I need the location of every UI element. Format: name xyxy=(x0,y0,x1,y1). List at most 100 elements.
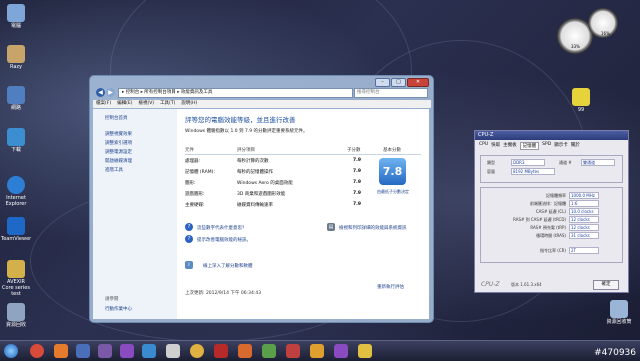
download-icon xyxy=(7,128,25,146)
taskbar-app-icon[interactable] xyxy=(334,344,348,358)
taskbar-app-icon[interactable] xyxy=(190,344,204,358)
tab-cpu[interactable]: CPU xyxy=(479,142,488,150)
teamviewer-icon xyxy=(7,217,25,235)
info-icon: i xyxy=(185,261,193,269)
taskbar-app-icon[interactable] xyxy=(142,344,156,358)
menu-help[interactable]: 說明(H) xyxy=(181,100,197,108)
taskbar-app-icon[interactable] xyxy=(262,344,276,358)
what-mean-link[interactable]: 這些數字代表什麼意思？ xyxy=(197,225,247,231)
document-icon xyxy=(7,260,25,278)
rerun-link[interactable]: 重新執行評估 xyxy=(377,284,404,290)
sidebar-action-center[interactable]: 行動作業中心 xyxy=(105,306,132,312)
desktop-icon-recycle-left[interactable]: 資源回收 xyxy=(1,303,31,328)
help-icon: ? xyxy=(185,235,193,243)
app-icon xyxy=(572,88,590,106)
cpuz-title: CPU-Z xyxy=(475,131,628,140)
content-area: 控制台首頁 調整視覺效果 調整索引選項 調整電源設定 開啟磁碟清理 進階工具 請… xyxy=(93,109,429,319)
taskbar-app-icon[interactable] xyxy=(358,344,372,358)
sidebar: 控制台首頁 調整視覺效果 調整索引選項 調整電源設定 開啟磁碟清理 進階工具 請… xyxy=(93,109,177,319)
header-base: 基本分數 xyxy=(383,148,401,153)
cpuz-window: CPU-Z CPU 快取 主機板 記憶體 SPD 顯示卡 關於 類型 DDR3 … xyxy=(474,130,629,293)
cpuz-ok-button[interactable]: 確定 xyxy=(593,280,619,290)
sidebar-home-link[interactable]: 控制台首頁 xyxy=(105,115,128,121)
page-description: Windows 體驗指數以 1.0 到 7.9 的分數評定重要系統元件。 xyxy=(185,129,308,134)
sidebar-item-power[interactable]: 調整電源設定 xyxy=(105,149,132,155)
start-button[interactable] xyxy=(4,344,18,358)
header-subscore: 子分數 xyxy=(347,148,361,153)
cpuz-version: 版本 1.61.3.x64 xyxy=(511,282,542,287)
taskbar-app-icon[interactable] xyxy=(54,344,68,358)
desktop-icon-teamviewer[interactable]: TeamViewer xyxy=(1,217,31,242)
recycle-bin-icon xyxy=(610,300,628,318)
sidebar-item-advanced-tools[interactable]: 進階工具 xyxy=(105,167,123,173)
menu-tools[interactable]: 工具(T) xyxy=(160,100,175,108)
desktop-icon-recycle[interactable]: 資源回收筒 xyxy=(604,300,634,325)
sidebar-item-disk-cleanup[interactable]: 開啟磁碟清理 xyxy=(105,158,132,164)
desktop-icon-99[interactable]: 99 xyxy=(566,88,596,113)
desktop-icon-folder[interactable]: Razy xyxy=(1,45,31,70)
menu-file[interactable]: 檔案(F) xyxy=(96,100,111,108)
taskbar-app-icon[interactable] xyxy=(310,344,324,358)
tab-mainboard[interactable]: 主機板 xyxy=(503,142,517,150)
recycle-bin-icon xyxy=(7,303,25,321)
tab-about[interactable]: 關於 xyxy=(571,142,580,150)
taskbar-app-icon[interactable] xyxy=(286,344,300,358)
watermark: #470936 xyxy=(594,348,636,358)
tab-graphics[interactable]: 顯示卡 xyxy=(554,142,568,150)
desktop-icon-avexir[interactable]: AVEXIR Core series test xyxy=(1,260,31,297)
sidebar-item-indexing[interactable]: 調整索引選項 xyxy=(105,140,132,146)
table-row: 主要硬碟: 磁碟資料傳輸速率 7.9 xyxy=(185,202,361,208)
details-link[interactable]: 檢視和列印詳細的效能與系統資訊 xyxy=(339,225,407,231)
desktop-icon-downloads[interactable]: 下載 xyxy=(1,128,31,153)
desktop-icon-network[interactable]: 網路 xyxy=(1,86,31,111)
base-score-caption: 由最低子分數決定 xyxy=(377,189,409,194)
forward-button[interactable]: ▶ xyxy=(106,88,115,97)
taskbar-app-icon[interactable] xyxy=(76,344,90,358)
tab-memory[interactable]: 記憶體 xyxy=(519,142,540,150)
tab-spd[interactable]: SPD xyxy=(542,142,551,150)
cpuz-timings-box: 記憶體頻率 1000.0 MHz 前端匯流排：記憶體 1:6 CAS# 延遲 (… xyxy=(480,187,623,263)
computer-icon xyxy=(7,4,25,22)
sidebar-item-visual-effects[interactable]: 調整視覺效果 xyxy=(105,131,132,137)
cpuz-tabs: CPU 快取 主機板 記憶體 SPD 顯示卡 關於 xyxy=(475,140,628,152)
cpuz-general-box: 類型 DDR3 通道 # 雙通道 容量 8192 MBytes xyxy=(480,155,623,183)
header-component: 元件 xyxy=(185,148,194,153)
close-button[interactable]: ✕ xyxy=(407,78,429,87)
memory-meter-value: 16% xyxy=(601,31,610,36)
internet-explorer-icon xyxy=(7,176,25,194)
address-bar: ◀ ▶ ▸ 控制台 ▸ 所有控制台項目 ▸ 效能資訊及工具 搜尋控制台 xyxy=(96,88,428,98)
menu-view[interactable]: 檢視(V) xyxy=(138,100,154,108)
taskbar-app-icon[interactable] xyxy=(214,344,228,358)
taskbar-app-icon[interactable] xyxy=(98,344,112,358)
taskbar-app-icon[interactable] xyxy=(166,344,180,358)
minimize-button[interactable]: – xyxy=(375,78,390,87)
cpuz-brand: CPU-Z xyxy=(481,281,500,288)
folder-icon xyxy=(7,45,25,63)
page-title: 評等您的電腦效能等級，並且進行改善 xyxy=(185,116,296,124)
taskbar: #470936 xyxy=(0,340,640,361)
tab-cache[interactable]: 快取 xyxy=(491,142,500,150)
breadcrumb[interactable]: ▸ 控制台 ▸ 所有控制台項目 ▸ 效能資訊及工具 xyxy=(118,88,353,98)
menu-edit[interactable]: 編輯(E) xyxy=(117,100,132,108)
back-button[interactable]: ◀ xyxy=(96,88,105,97)
header-rated: 評分項目 xyxy=(237,148,255,153)
last-updated: 上次更新: 2012/9/14 下午 06:34:43 xyxy=(185,291,262,296)
taskbar-chrome-icon[interactable] xyxy=(30,344,44,358)
performance-window: – □ ✕ ◀ ▶ ▸ 控制台 ▸ 所有控制台項目 ▸ 效能資訊及工具 搜尋控制… xyxy=(89,75,434,323)
taskbar-app-icon[interactable] xyxy=(120,344,134,358)
header-divider xyxy=(185,154,421,155)
help-icon: ? xyxy=(185,223,193,231)
network-icon xyxy=(7,86,25,104)
search-input[interactable]: 搜尋控制台 xyxy=(354,88,428,98)
desktop-icon-ie[interactable]: Internet Explorer xyxy=(1,176,31,207)
desktop-icon-computer[interactable]: 電腦 xyxy=(1,4,31,29)
main-panel: 評等您的電腦效能等級，並且進行改善 Windows 體驗指數以 1.0 到 7.… xyxy=(177,109,429,319)
cpu-meter-value: 33% xyxy=(571,44,580,49)
improve-link[interactable]: 提示改善電腦效能的秘訣。 xyxy=(197,237,251,243)
window-controls: – □ ✕ xyxy=(375,78,429,87)
maximize-button[interactable]: □ xyxy=(391,78,406,87)
taskbar-app-icon[interactable] xyxy=(238,344,252,358)
printer-icon: ▤ xyxy=(327,223,335,231)
online-link[interactable]: 線上深入了解分數和軟體 xyxy=(203,263,253,269)
menu-bar: 檔案(F) 編輯(E) 檢視(V) 工具(T) 說明(H) xyxy=(93,100,431,108)
